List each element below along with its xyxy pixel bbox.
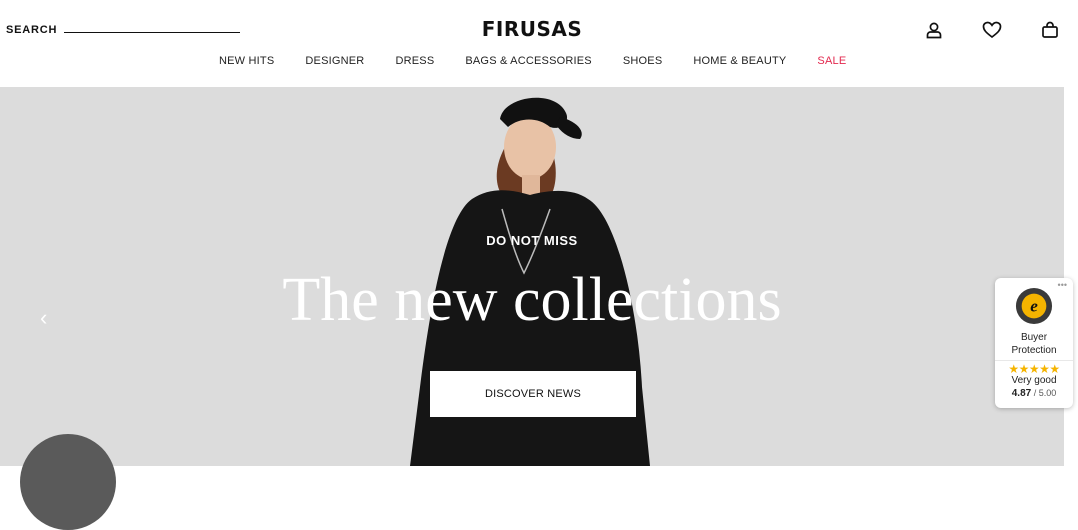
nav-item-shoes[interactable]: SHOES	[623, 55, 663, 67]
nav-item-home-beauty[interactable]: HOME & BEAUTY	[693, 55, 786, 67]
nav-item-bags-accessories[interactable]: BAGS & ACCESSORIES	[465, 55, 591, 67]
site-header: SEARCH FIRUSAS NEW HITS DESIGNER DRESS B…	[0, 0, 1078, 86]
heart-icon[interactable]	[982, 20, 1002, 40]
site-logo[interactable]: FIRUSAS	[0, 17, 1064, 41]
carousel-prev-icon[interactable]: ‹	[40, 305, 47, 331]
badge-score: 4.87 / 5.00	[995, 387, 1073, 400]
trust-badge[interactable]: ••• e Buyer Protection ★★★★★ Very good 4…	[995, 278, 1073, 408]
hero-headline: The new collections	[282, 266, 782, 334]
header-icons	[924, 20, 1060, 40]
discover-news-button[interactable]: DISCOVER NEWS	[430, 371, 636, 417]
badge-buyer: Buyer	[1020, 332, 1048, 343]
badge-more-icon[interactable]: •••	[1058, 280, 1067, 290]
hero-eyebrow: DO NOT MISS	[486, 233, 578, 248]
badge-stars: ★★★★★	[995, 360, 1073, 375]
svg-text:e: e	[1030, 297, 1038, 316]
nav-item-sale[interactable]: SALE	[817, 55, 846, 67]
account-icon[interactable]	[924, 20, 944, 40]
hero-banner[interactable]: DO NOT MISS The new collections DISCOVER…	[0, 87, 1064, 466]
nav-item-dress[interactable]: DRESS	[395, 55, 434, 67]
badge-protection: Protection	[1011, 345, 1057, 356]
nav-item-designer[interactable]: DESIGNER	[305, 55, 364, 67]
nav-item-new-hits[interactable]: NEW HITS	[219, 55, 274, 67]
badge-score-value: 4.87	[1011, 388, 1032, 399]
chat-widget-button[interactable]	[20, 434, 116, 530]
bag-icon[interactable]	[1040, 20, 1060, 40]
badge-rating-text: Very good	[1011, 375, 1057, 386]
trusted-shops-seal-icon: e	[1015, 287, 1053, 325]
badge-score-max: / 5.00	[1031, 388, 1057, 398]
main-nav: NEW HITS DESIGNER DRESS BAGS & ACCESSORI…	[219, 55, 877, 67]
